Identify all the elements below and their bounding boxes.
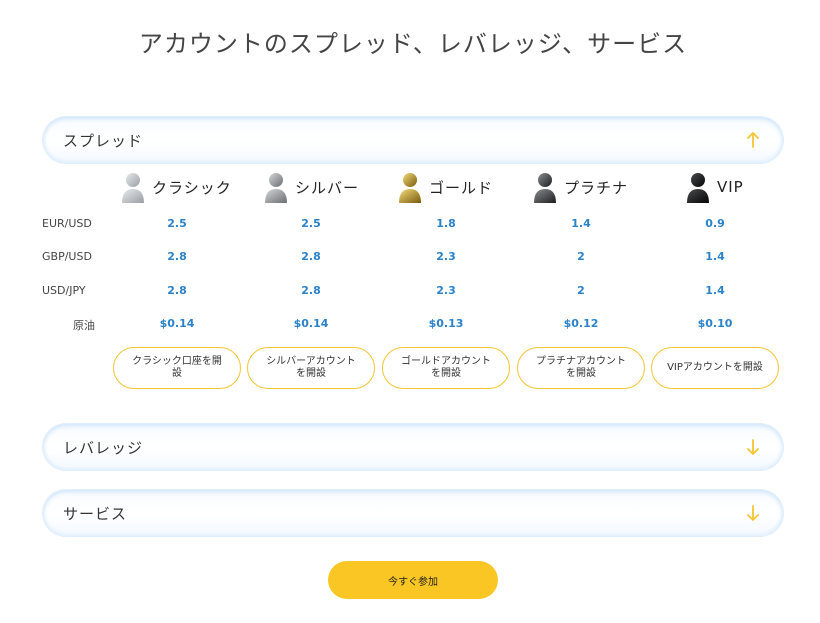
spread-cell: 2.8 <box>167 250 187 263</box>
tier-name: シルバー <box>295 178 360 197</box>
open-vip-account-button[interactable]: VIPアカウントを開設 <box>651 347 779 389</box>
tier-header-platinum: プラチナ <box>532 170 628 204</box>
tier-name: クラシック <box>152 178 232 197</box>
open-classic-account-button[interactable]: クラシック口座を開設 <box>113 347 241 389</box>
spread-cell: $0.12 <box>563 317 599 330</box>
join-now-button[interactable]: 今すぐ参加 <box>328 561 498 599</box>
spread-cell: 2.5 <box>167 217 187 230</box>
leverage-accordion-label: レバレッジ <box>63 439 144 457</box>
page-title: アカウントのスプレッド、レバレッジ、サービス <box>138 30 688 58</box>
open-platinum-account-button[interactable]: プラチナアカウントを開設 <box>517 347 645 389</box>
tier-header-vip: VIP <box>685 170 744 204</box>
tier-header-silver: シルバー <box>263 170 359 204</box>
person-vip-icon <box>687 173 709 203</box>
service-accordion-header[interactable]: サービス <box>43 490 783 536</box>
row-label-crude-oil: 原油 <box>73 319 95 332</box>
tier-header-gold: ゴールド <box>397 170 493 204</box>
spread-cell: $0.13 <box>428 317 464 330</box>
spread-cell: 2.8 <box>167 284 187 297</box>
spread-cell: 2.8 <box>301 284 321 297</box>
tier-name: ゴールド <box>429 178 494 197</box>
tier-name: VIP <box>717 178 744 196</box>
spread-cell: 1.8 <box>436 217 456 230</box>
arrow-down-icon <box>747 505 759 521</box>
spread-cell: 1.4 <box>571 217 591 230</box>
spread-cell: 1.4 <box>705 250 725 263</box>
spread-cell: 0.9 <box>705 217 725 230</box>
arrow-up-icon <box>747 132 759 148</box>
spread-cell: 2.3 <box>436 250 456 263</box>
spread-cell: 2.8 <box>301 250 321 263</box>
row-label-gbpusd: GBP/USD <box>42 250 92 263</box>
person-gold-icon <box>399 173 421 203</box>
row-label-usdjpy: USD/JPY <box>42 284 86 297</box>
person-silver-dark-icon <box>265 173 287 203</box>
tier-header-classic: クラシック <box>120 170 232 204</box>
row-label-eurusd: EUR/USD <box>42 217 92 230</box>
open-silver-account-button[interactable]: シルバーアカウントを開設 <box>247 347 375 389</box>
leverage-accordion-header[interactable]: レバレッジ <box>43 424 783 470</box>
person-silver-icon <box>122 173 144 203</box>
spread-cell: 2 <box>577 250 585 263</box>
spread-cell: 2.3 <box>436 284 456 297</box>
spread-cell: 2.5 <box>301 217 321 230</box>
spread-cell: $0.10 <box>697 317 733 330</box>
spread-accordion-header[interactable]: スプレッド <box>43 117 783 163</box>
spread-cell: $0.14 <box>159 317 195 330</box>
tier-name: プラチナ <box>564 178 629 197</box>
arrow-down-icon <box>747 439 759 455</box>
open-gold-account-button[interactable]: ゴールドアカウントを開設 <box>382 347 510 389</box>
spread-cell: 1.4 <box>705 284 725 297</box>
person-platinum-icon <box>534 173 556 203</box>
spread-cell: 2 <box>577 284 585 297</box>
service-accordion-label: サービス <box>63 505 128 523</box>
spread-accordion-label: スプレッド <box>63 132 144 150</box>
spread-cell: $0.14 <box>293 317 329 330</box>
